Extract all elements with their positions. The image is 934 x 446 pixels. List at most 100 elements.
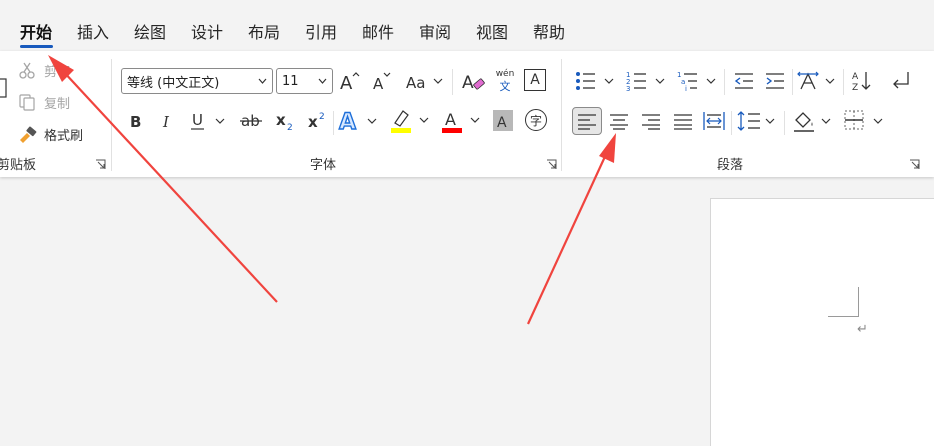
enclose-characters-button[interactable]: 字 [525, 109, 547, 131]
paint-bucket-icon [794, 112, 831, 132]
clipboard-launcher-icon[interactable] [95, 159, 106, 170]
character-shading-icon: A [497, 115, 507, 129]
tab-help[interactable]: 帮助 [533, 22, 565, 44]
character-border-char: A [530, 72, 540, 88]
bullets-icon [576, 72, 614, 90]
tab-design[interactable]: 设计 [191, 22, 223, 44]
cut-button[interactable]: 剪切 [18, 59, 108, 81]
svg-text:A: A [339, 110, 356, 134]
paste-button[interactable] [0, 77, 8, 99]
paragraph-group-label: 段落 [717, 158, 744, 173]
borders-icon [844, 110, 883, 130]
phonetic-guide-button[interactable]: wén 文 [493, 66, 517, 96]
distributed-button[interactable] [701, 107, 727, 135]
document-page[interactable] [710, 198, 934, 446]
tab-layout[interactable]: 布局 [248, 22, 280, 44]
format-painter-button[interactable]: 格式刷 [18, 123, 108, 145]
divider [561, 59, 562, 171]
clear-formatting-icon: A [462, 73, 485, 93]
strikethrough-button[interactable]: ab [238, 109, 266, 133]
tab-references[interactable]: 引用 [305, 22, 337, 44]
svg-text:x: x [308, 113, 318, 131]
svg-text:Aa: Aa [406, 74, 425, 92]
borders-button[interactable] [843, 107, 885, 135]
shading-button[interactable] [792, 107, 834, 135]
superscript-button[interactable]: x2 [305, 109, 329, 133]
copy-button[interactable]: 复制 [18, 91, 108, 113]
strikethrough-icon: ab [240, 112, 262, 130]
divider [111, 59, 112, 171]
align-right-icon [642, 114, 660, 130]
shrink-font-button[interactable]: A [370, 67, 394, 95]
svg-text:A: A [373, 75, 384, 93]
divider [333, 111, 334, 135]
align-center-button[interactable] [606, 107, 632, 135]
cut-label: 剪切 [44, 64, 71, 80]
bold-button[interactable]: B [126, 109, 146, 133]
ribbon: 剪切 复制 格式刷 剪贴板 等线 (中文正文) 11 A A Aa A wén … [0, 51, 934, 177]
paste-icon [0, 78, 7, 98]
line-spacing-icon [737, 111, 775, 131]
underline-button[interactable]: U [188, 109, 228, 133]
svg-text:A: A [462, 73, 474, 93]
character-border-button[interactable]: A [524, 69, 546, 91]
multilevel-list-button[interactable]: 1ai [676, 67, 718, 95]
tab-view[interactable]: 视图 [476, 22, 508, 44]
align-left-button[interactable] [572, 107, 602, 135]
svg-text:Z: Z [852, 83, 858, 93]
clear-formatting-button[interactable]: A [461, 67, 487, 95]
divider [843, 69, 844, 95]
ribbon-tab-bar: 开始 插入 绘图 设计 布局 引用 邮件 审阅 视图 帮助 [0, 0, 934, 50]
increase-indent-button[interactable] [763, 67, 787, 95]
underline-icon: U [191, 111, 225, 130]
font-color-icon: A [442, 110, 480, 133]
svg-text:A: A [852, 72, 859, 82]
italic-icon: I [162, 113, 170, 129]
paragraph-launcher-icon[interactable] [909, 159, 920, 170]
svg-text:i: i [685, 85, 687, 93]
font-size-value: 11 [282, 73, 299, 89]
tab-home[interactable]: 开始 [20, 22, 52, 44]
scissors-icon [19, 62, 35, 79]
divider [784, 111, 785, 135]
grow-font-button[interactable]: A [338, 67, 362, 95]
decrease-indent-button[interactable] [732, 67, 756, 95]
svg-text:A: A [497, 115, 507, 129]
highlight-button[interactable] [389, 107, 431, 135]
subscript-button[interactable]: x2 [273, 109, 297, 133]
divider [452, 69, 453, 95]
font-name-combo[interactable]: 等线 (中文正文) [121, 68, 273, 94]
change-case-icon: Aa [406, 74, 443, 92]
copy-icon [19, 94, 35, 111]
tab-mailings[interactable]: 邮件 [362, 22, 394, 44]
sort-button[interactable]: AZ [851, 67, 877, 95]
numbering-button[interactable]: 123 [625, 67, 667, 95]
tab-review[interactable]: 审阅 [419, 22, 451, 44]
chevron-down-icon [258, 78, 267, 84]
justify-button[interactable] [670, 107, 696, 135]
decrease-indent-icon [734, 73, 753, 89]
font-color-button[interactable]: A [440, 107, 482, 135]
paragraph-mark: ↵ [857, 322, 868, 337]
character-shading-button[interactable]: A [493, 110, 513, 131]
justify-icon [674, 114, 692, 130]
show-marks-button[interactable] [888, 67, 914, 95]
change-case-button[interactable]: Aa [404, 67, 444, 95]
svg-text:A: A [445, 110, 456, 129]
align-right-button[interactable] [638, 107, 664, 135]
chinese-layout-button[interactable] [797, 67, 839, 95]
font-size-combo[interactable]: 11 [276, 68, 333, 94]
divider [724, 69, 725, 95]
italic-button[interactable]: I [158, 109, 178, 133]
format-painter-icon [20, 126, 37, 143]
page-margin-corner-mark [828, 287, 859, 317]
line-spacing-button[interactable] [736, 107, 778, 135]
font-launcher-icon[interactable] [546, 159, 557, 170]
numbering-icon: 123 [626, 71, 665, 93]
tab-insert[interactable]: 插入 [77, 22, 109, 44]
tab-draw[interactable]: 绘图 [134, 22, 166, 44]
increase-indent-icon [766, 73, 784, 89]
chevron-down-icon [318, 78, 327, 84]
text-effects-button[interactable]: A [338, 107, 380, 135]
bullets-button[interactable] [574, 67, 616, 95]
